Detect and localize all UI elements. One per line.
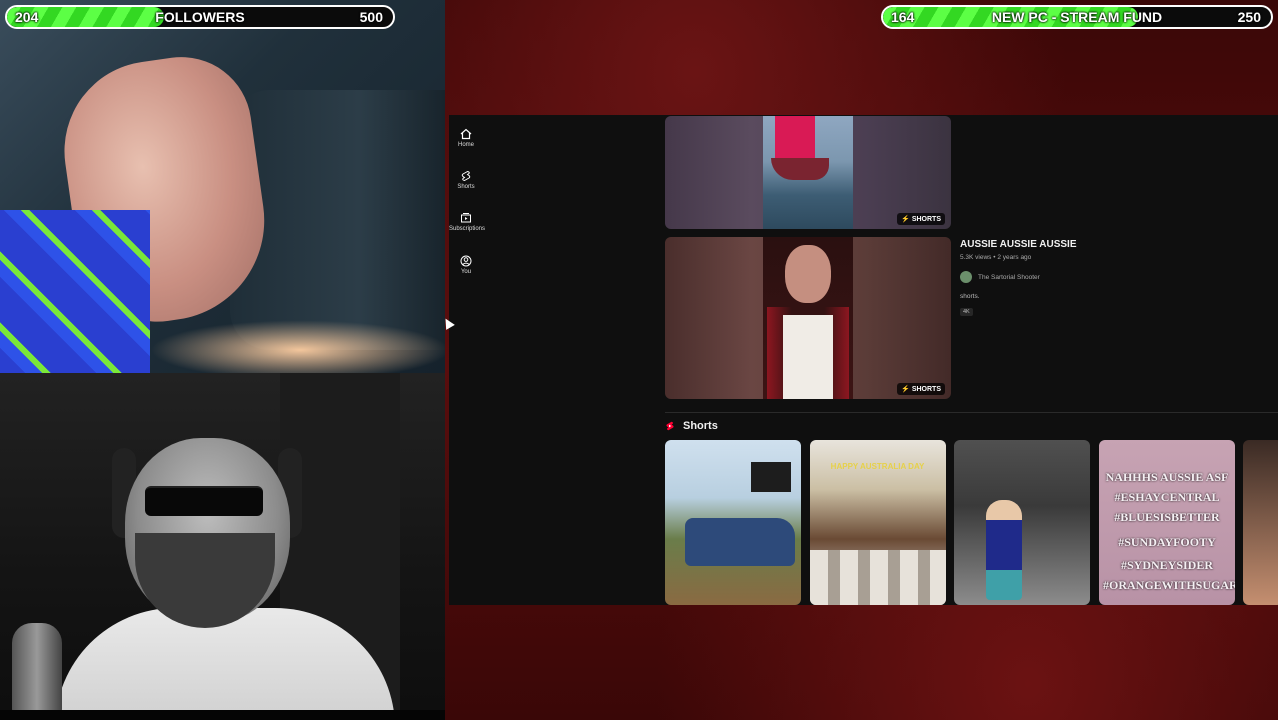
youtube-window: Home Shorts Subscriptions You ⚡ SHORTS ⚡… bbox=[449, 115, 1278, 605]
boat bbox=[771, 158, 829, 180]
followers-target: 500 bbox=[359, 9, 383, 25]
pc-fund-target: 250 bbox=[1237, 9, 1261, 25]
short-thumbnail-australia-day[interactable]: HAPPY AUSTRALIA DAY bbox=[810, 440, 946, 605]
thumbnail-image bbox=[763, 116, 853, 229]
shorts-badge: ⚡ SHORTS bbox=[897, 383, 945, 395]
pc-fund-goal-bar: 164 NEW PC - STREAM FUND 250 bbox=[881, 5, 1273, 29]
shorts-section-title: Shorts bbox=[683, 420, 718, 432]
kid bbox=[986, 500, 1022, 600]
video-title[interactable]: AUSSIE AUSSIE AUSSIE bbox=[960, 239, 1260, 250]
dinosaur-blanket bbox=[0, 210, 150, 373]
video-description: shorts. bbox=[960, 293, 980, 300]
short-overlay-line: NAHHHS AUSSIE ASF bbox=[1105, 470, 1229, 484]
short-overlay-line: #SYDNEYSIDER bbox=[1120, 558, 1214, 572]
streamer-webcam bbox=[0, 373, 445, 710]
shirt bbox=[783, 315, 833, 399]
video-views: 5.3K views • 2 years ago bbox=[960, 254, 1032, 261]
video-metadata: AUSSIE AUSSIE AUSSIE 5.3K views • 2 year… bbox=[960, 239, 1260, 318]
sidebar-item-home[interactable]: Home bbox=[449, 128, 483, 149]
channel-name[interactable]: The Sartorial Shooter bbox=[978, 274, 1040, 281]
short-overlay-text: HAPPY AUSTRALIA DAY bbox=[830, 462, 925, 471]
sidebar-item-you[interactable]: You bbox=[449, 255, 483, 276]
sidebar-item-label: Subscriptions bbox=[449, 226, 486, 232]
sidebar-item-label: Shorts bbox=[457, 184, 475, 190]
sidebar-item-subscriptions[interactable]: Subscriptions bbox=[449, 212, 486, 233]
flag bbox=[751, 462, 791, 492]
short-thumbnail-truck[interactable] bbox=[665, 440, 801, 605]
sail bbox=[775, 116, 815, 158]
followers-goal-bar: 204 FOLLOWERS 500 bbox=[5, 5, 395, 29]
thumbnail-image bbox=[763, 237, 853, 399]
section-divider bbox=[665, 412, 1278, 413]
subscriptions-icon bbox=[461, 213, 471, 223]
light-glow bbox=[150, 320, 445, 373]
short-overlay-line: #SUNDAYFOOTY bbox=[1118, 535, 1216, 549]
short-overlay-line: #ORANGEWITHSUGAR bbox=[1103, 578, 1235, 592]
quality-badge: 4K bbox=[960, 308, 973, 316]
man-head bbox=[785, 245, 831, 303]
followers-goal-title: FOLLOWERS bbox=[155, 9, 245, 25]
shorts-logo-icon bbox=[666, 421, 674, 431]
shorts-badge: ⚡ SHORTS bbox=[897, 213, 945, 225]
channel-row[interactable]: The Sartorial Shooter bbox=[960, 271, 1260, 283]
webcam-hand-feed bbox=[0, 0, 445, 373]
video-thumbnail-aussie[interactable]: ⚡ SHORTS bbox=[665, 237, 951, 399]
home-icon bbox=[460, 128, 472, 140]
sidebar-item-label: Home bbox=[457, 142, 474, 148]
microphone bbox=[12, 623, 62, 710]
short-thumbnail-hashtags[interactable]: NAHHHS AUSSIE ASF #ESHAYCENTRAL #BLUESIS… bbox=[1099, 440, 1235, 605]
short-thumbnail-partial[interactable] bbox=[1243, 440, 1278, 605]
crowd bbox=[810, 550, 946, 605]
sidebar-item-shorts[interactable]: Shorts bbox=[449, 170, 483, 191]
truck bbox=[685, 518, 795, 566]
sunglasses bbox=[145, 486, 263, 516]
channel-avatar[interactable] bbox=[960, 271, 972, 283]
sidebar: Home Shorts Subscriptions You bbox=[449, 115, 486, 605]
sidebar-item-label: You bbox=[460, 269, 472, 275]
shorts-section-header: Shorts bbox=[665, 420, 718, 432]
short-thumbnail-kid[interactable] bbox=[954, 440, 1090, 605]
shorts-icon bbox=[461, 170, 471, 182]
short-overlay-line: #BLUESISBETTER bbox=[1114, 510, 1220, 524]
user-icon bbox=[460, 255, 472, 267]
video-thumbnail-sailboat[interactable]: ⚡ SHORTS bbox=[665, 116, 951, 229]
short-overlay-line: #ESHAYCENTRAL bbox=[1114, 490, 1220, 504]
pc-fund-goal-title: NEW PC - STREAM FUND bbox=[991, 9, 1163, 25]
